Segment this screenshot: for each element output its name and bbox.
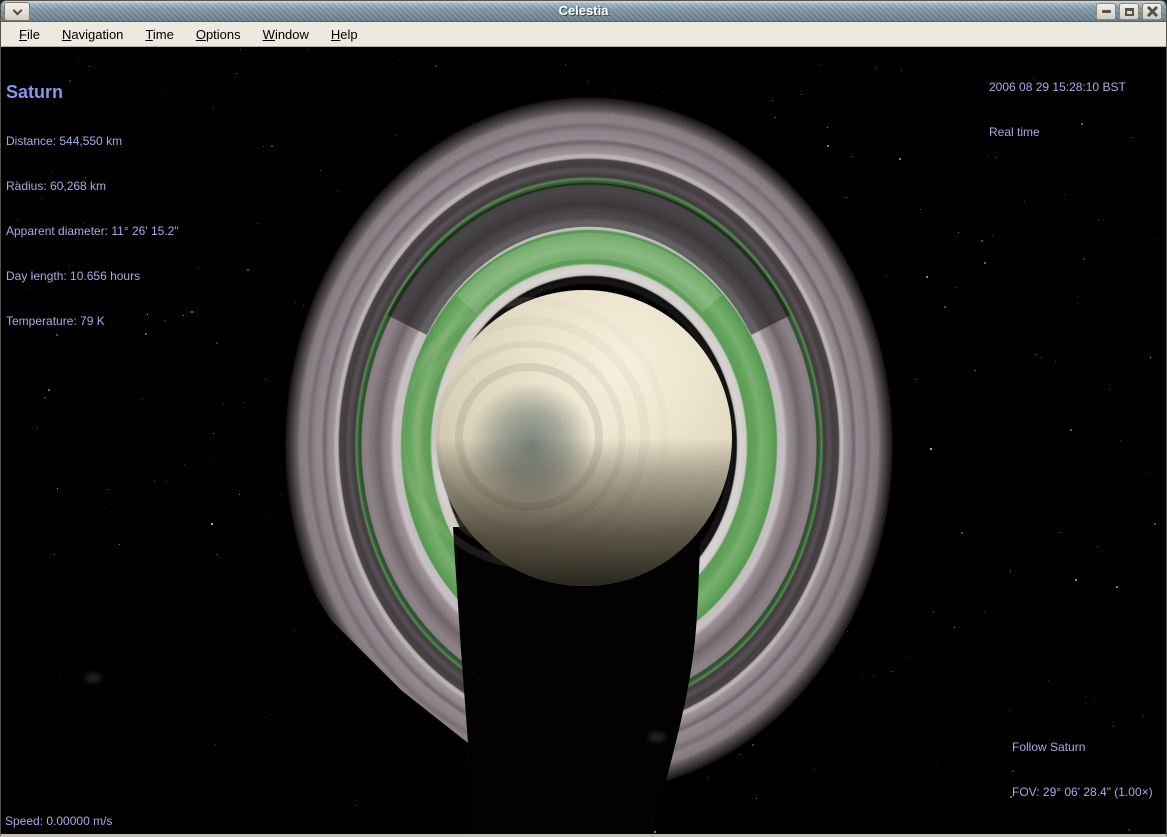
celestia-window: Celestia File Navigation Time Options Wi… [0, 0, 1167, 837]
object-radius: Radius: 60,268 km [6, 179, 179, 194]
titlebar[interactable]: Celestia [1, 1, 1166, 22]
menubar: File Navigation Time Options Window Help [1, 22, 1166, 47]
object-name: Saturn [6, 82, 179, 102]
object-temperature: Temperature: 79 K [6, 314, 179, 329]
menu-file[interactable]: File [9, 22, 50, 46]
menu-window[interactable]: Window [253, 22, 319, 46]
menu-navigation[interactable]: Navigation [52, 22, 133, 46]
object-day-length: Day length: 10.656 hours [6, 269, 179, 284]
menu-options[interactable]: Options [186, 22, 251, 46]
minimize-icon [1102, 10, 1111, 13]
object-apparent-diameter: Apparent diameter: 11° 26' 15.2" [6, 224, 179, 239]
speed-display: Speed: 0.00000 m/s [5, 814, 112, 829]
window-controls [1096, 3, 1162, 20]
menu-time[interactable]: Time [135, 22, 183, 46]
selected-object-info: Saturn Distance: 544,550 km Radius: 60,2… [6, 52, 179, 359]
window-menu-button[interactable] [4, 2, 30, 21]
follow-fov-display: Follow Saturn FOV: 29° 06' 28.4" (1.00×) [1012, 710, 1153, 830]
chevron-down-icon [12, 5, 22, 15]
close-icon [1147, 6, 1158, 17]
time-display: 2006 08 29 15:28:10 BST Real time [989, 50, 1126, 170]
minimize-button[interactable] [1096, 3, 1116, 20]
galaxy-smudge [85, 673, 101, 683]
window-title: Celestia [1, 3, 1166, 18]
object-distance: Distance: 544,550 km [6, 134, 179, 149]
space-view[interactable]: Saturn Distance: 544,550 km Radius: 60,2… [1, 47, 1166, 834]
time-mode: Real time [989, 125, 1126, 140]
maximize-icon [1125, 8, 1134, 16]
current-datetime: 2006 08 29 15:28:10 BST [989, 80, 1126, 95]
close-button[interactable] [1142, 3, 1162, 20]
maximize-button[interactable] [1119, 3, 1139, 20]
fov-display: FOV: 29° 06' 28.4" (1.00×) [1012, 785, 1153, 800]
menu-help[interactable]: Help [321, 22, 368, 46]
galaxy-smudge [648, 732, 666, 742]
follow-status: Follow Saturn [1012, 740, 1153, 755]
